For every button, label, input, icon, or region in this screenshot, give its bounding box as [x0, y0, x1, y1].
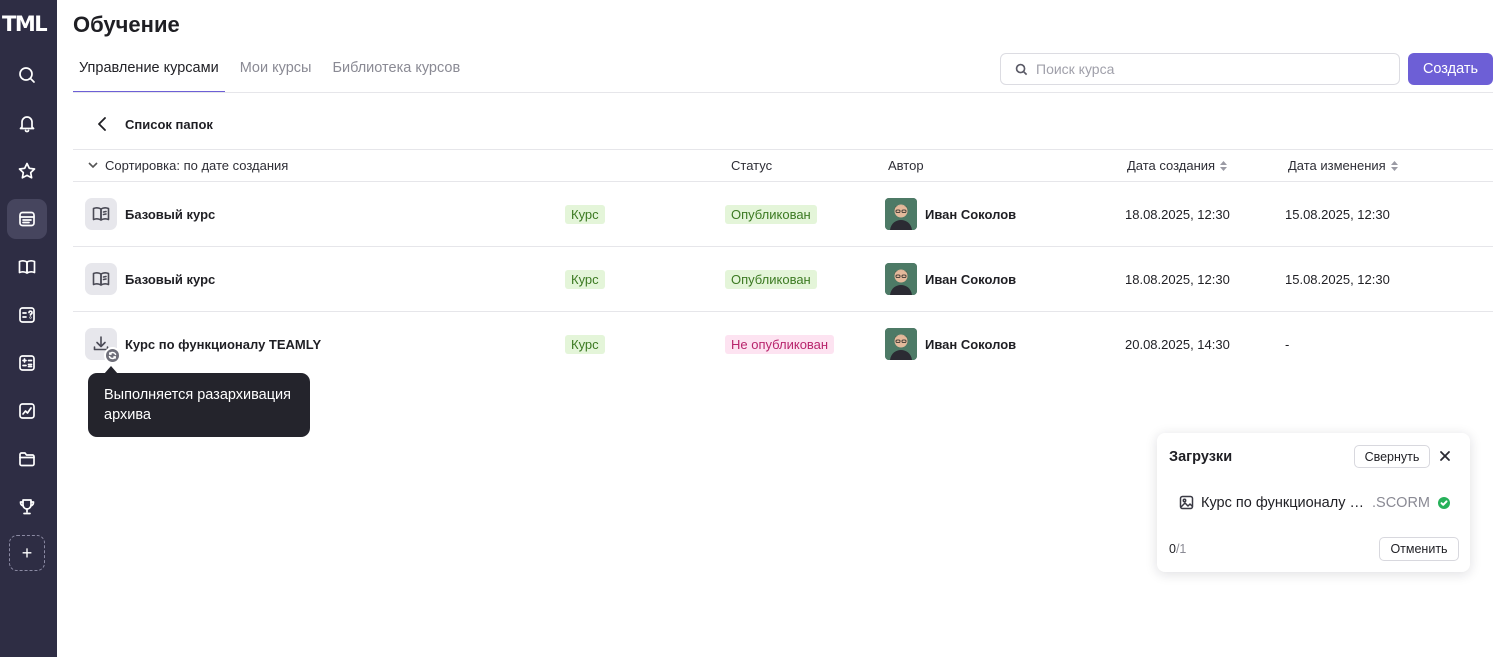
sidebar-search[interactable] [7, 55, 47, 95]
back-button[interactable] [92, 114, 112, 134]
column-changed-label: Дата изменения [1288, 158, 1386, 173]
changed-date: - [1285, 337, 1290, 352]
avatar [885, 328, 917, 360]
chevron-down-icon[interactable] [87, 159, 99, 171]
created-date: 18.08.2025, 12:30 [1125, 272, 1230, 287]
column-changed[interactable]: Дата изменения [1288, 158, 1398, 173]
course-name[interactable]: Базовый курс [125, 207, 215, 222]
chevron-left-icon [98, 117, 106, 131]
sidebar-add-button[interactable]: + [9, 535, 45, 571]
uploads-title: Загрузки [1169, 449, 1233, 465]
sidebar-achievements[interactable] [7, 487, 47, 527]
folder-icon [19, 452, 35, 467]
search-input[interactable] [1036, 61, 1391, 77]
book-icon [18, 259, 36, 274]
sidebar-courses[interactable] [7, 199, 47, 239]
book-icon [92, 272, 110, 286]
changed-date: 15.08.2025, 12:30 [1285, 207, 1390, 222]
tooltip: Выполняется разархивация архива [88, 373, 310, 437]
book-icon [92, 207, 110, 221]
sync-icon [104, 347, 121, 364]
type-badge: Курс [565, 270, 605, 289]
close-icon [1440, 451, 1450, 461]
sidebar-library[interactable] [7, 247, 47, 287]
bell-icon [19, 116, 35, 133]
upload-file-name: Курс по функционалу TEAMLY [1201, 495, 1367, 511]
status-badge: Опубликован [725, 270, 817, 289]
author-name: Иван Соколов [925, 207, 1017, 222]
type-badge: Курс [565, 205, 605, 224]
table-row[interactable]: Базовый курс Курс Опубликован Иван Сокол… [73, 247, 1493, 312]
created-date: 20.08.2025, 14:30 [1125, 337, 1230, 352]
avatar [885, 263, 917, 295]
author-name: Иван Соколов [925, 272, 1017, 287]
sort-control[interactable]: Сортировка: по дате создания [105, 158, 288, 173]
calculator-icon [19, 355, 35, 371]
uploads-panel: Загрузки Свернуть Курс по функционалу TE… [1157, 433, 1470, 572]
create-button[interactable]: Создать [1408, 53, 1493, 85]
star-icon [18, 162, 36, 179]
upload-counter: 0/1 [1169, 542, 1186, 556]
created-date: 18.08.2025, 12:30 [1125, 207, 1230, 222]
table-header: Сортировка: по дате создания Статус Авто… [73, 150, 1493, 182]
close-button[interactable] [1438, 449, 1454, 465]
column-created-label: Дата создания [1127, 158, 1216, 173]
column-author: Автор [888, 158, 924, 173]
upload-file-extension: .SCORM [1372, 495, 1430, 511]
tab-my-courses[interactable]: Мои курсы [234, 50, 318, 93]
sidebar-calculator[interactable] [7, 343, 47, 383]
plus-icon: + [21, 542, 33, 563]
avatar [885, 198, 917, 230]
cancel-button[interactable]: Отменить [1379, 537, 1459, 561]
upload-done-count: 0 [1169, 542, 1176, 556]
image-file-icon [1179, 495, 1195, 511]
sidebar-quizzes[interactable] [7, 295, 47, 335]
column-status: Статус [731, 158, 773, 173]
tab-course-management[interactable]: Управление курсами [73, 50, 225, 93]
quiz-icon [19, 307, 35, 323]
course-icon [85, 198, 117, 230]
sort-icon[interactable] [1220, 159, 1228, 171]
sidebar: TML + [0, 0, 57, 657]
success-check-icon [1438, 497, 1450, 509]
status-badge: Не опубликован [725, 335, 835, 354]
author-name: Иван Соколов [925, 337, 1017, 352]
course-search[interactable] [1000, 53, 1400, 85]
tab-course-library[interactable]: Библиотека курсов [326, 50, 466, 93]
search-icon [19, 67, 35, 83]
sidebar-files[interactable] [7, 439, 47, 479]
course-name[interactable]: Базовый курс [125, 272, 215, 287]
courses-icon [19, 211, 35, 227]
column-created[interactable]: Дата создания [1127, 158, 1228, 173]
changed-date: 15.08.2025, 12:30 [1285, 272, 1390, 287]
search-icon [1015, 63, 1028, 76]
course-icon [85, 263, 117, 295]
tab-bar: Управление курсами Мои курсы Библиотека … [73, 50, 475, 93]
tabs-divider [73, 92, 1493, 93]
type-badge: Курс [565, 335, 605, 354]
sort-icon[interactable] [1390, 159, 1398, 171]
sidebar-analytics[interactable] [7, 391, 47, 431]
collapse-button[interactable]: Свернуть [1354, 445, 1430, 468]
trophy-icon [19, 499, 35, 515]
app-logo[interactable]: TML [2, 12, 56, 38]
upload-total-count: /1 [1175, 542, 1187, 556]
chart-icon [19, 403, 35, 419]
folder-list-label[interactable]: Список папок [125, 117, 213, 132]
course-name[interactable]: Курс по функционалу TEAMLY [125, 337, 321, 352]
status-badge: Опубликован [725, 205, 817, 224]
page-title: Обучение [73, 12, 180, 37]
table-row[interactable]: Курс по функционалу TEAMLY Курс Не опубл… [73, 312, 1493, 377]
sidebar-notifications[interactable] [7, 103, 47, 143]
sidebar-favorites[interactable] [7, 151, 47, 191]
table-row[interactable]: Базовый курс Курс Опубликован Иван Сокол… [73, 182, 1493, 247]
